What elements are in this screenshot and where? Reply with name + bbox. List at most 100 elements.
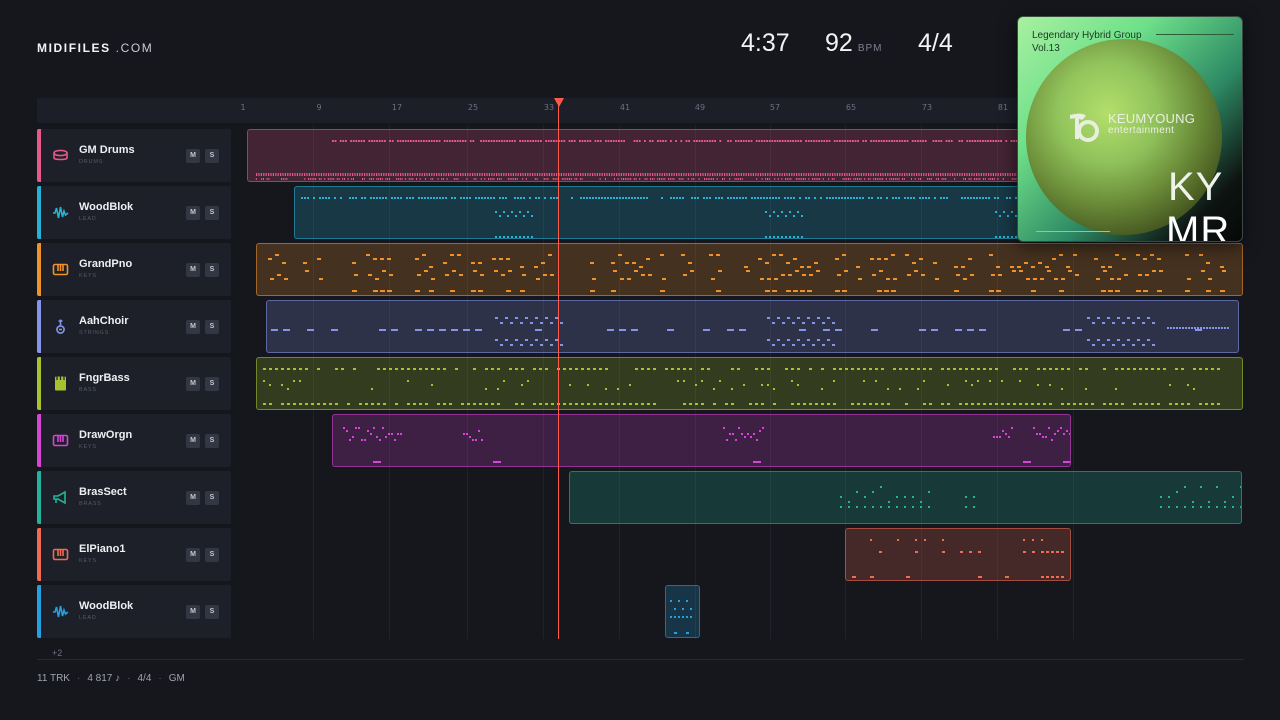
ruler-tick-label: 33 <box>543 103 555 112</box>
mute-button[interactable]: M <box>186 263 200 277</box>
ruler-tick-label: 41 <box>619 103 631 112</box>
cover-title: Legendary Hybrid Group Vol.13 <box>1032 29 1142 55</box>
midi-clip[interactable] <box>845 528 1071 581</box>
piano-icon <box>52 261 69 278</box>
track-name[interactable]: BrasSect <box>79 486 127 498</box>
solo-button[interactable]: S <box>205 434 219 448</box>
solo-button[interactable]: S <box>205 491 219 505</box>
track-header[interactable]: AahChoir STRINGS M S <box>37 300 231 353</box>
track-type: KEYS <box>79 558 97 564</box>
footer-meter: 4/4 <box>137 673 152 684</box>
time-display: 4:37 <box>741 29 790 57</box>
track-type: KEYS <box>79 444 97 450</box>
midi-clip[interactable] <box>332 414 1071 467</box>
ruler-tick-label: 49 <box>694 103 706 112</box>
waveform-icon <box>52 603 69 620</box>
track-header[interactable]: WoodBlok LEAD M S <box>37 186 231 239</box>
violin-icon <box>52 318 69 335</box>
mute-button[interactable]: M <box>186 377 200 391</box>
playhead-line <box>558 105 559 639</box>
cover-title-line2: Vol.13 <box>1032 43 1060 54</box>
clip-notes <box>263 368 1220 405</box>
drum-icon <box>52 147 69 164</box>
track-name[interactable]: ElPiano1 <box>79 543 125 555</box>
midi-clip[interactable] <box>569 471 1242 524</box>
track-header[interactable]: ElPiano1 KEYS M S <box>37 528 231 581</box>
solo-button[interactable]: S <box>205 320 219 334</box>
track-name[interactable]: GM Drums <box>79 144 135 156</box>
status-footer: 11 TRK · 4 817 ♪ · 4/4 · GM <box>37 673 185 684</box>
brand-logo[interactable]: MIDIFILES .COM <box>37 41 153 55</box>
track-color-bar <box>37 414 41 467</box>
solo-button[interactable]: S <box>205 377 219 391</box>
ruler-tick-label: 17 <box>391 103 403 112</box>
solo-button[interactable]: S <box>205 548 219 562</box>
piano-icon <box>52 546 69 563</box>
track-header[interactable]: WoodBlok LEAD M S <box>37 585 231 638</box>
ruler-tick-label: 65 <box>845 103 857 112</box>
cover-title-line1: Legendary Hybrid Group <box>1032 30 1142 41</box>
brand-name: MIDIFILES <box>37 41 111 55</box>
meter-display[interactable]: 4/4 <box>918 29 953 58</box>
mute-button[interactable]: M <box>186 434 200 448</box>
track-header[interactable]: DrawOrgn KEYS M S <box>37 414 231 467</box>
track-name[interactable]: GrandPno <box>79 258 132 270</box>
tempo-display[interactable]: 92 BPM <box>825 29 882 58</box>
ruler-tick-label: 9 <box>316 103 322 112</box>
track-header[interactable]: FngrBass BASS M S <box>37 357 231 410</box>
track-color-bar <box>37 129 41 182</box>
track-color-bar <box>37 471 41 524</box>
cover-monogram-bottom: MR <box>1166 209 1231 242</box>
label-logo-icon <box>1070 113 1099 142</box>
track-name[interactable]: WoodBlok <box>79 201 133 213</box>
footer-separator: · <box>158 673 162 684</box>
cover-rule <box>1156 34 1234 35</box>
track-name[interactable]: FngrBass <box>79 372 130 384</box>
album-cover[interactable]: Legendary Hybrid Group Vol.13 KEUMYOUNG … <box>1017 16 1243 242</box>
track-name[interactable]: AahChoir <box>79 315 129 327</box>
track-color-bar <box>37 528 41 581</box>
track-type: BASS <box>79 387 97 393</box>
track-name[interactable]: WoodBlok <box>79 600 133 612</box>
midi-clip[interactable] <box>256 357 1243 410</box>
ruler-tick-label: 57 <box>769 103 781 112</box>
mute-button[interactable]: M <box>186 149 200 163</box>
mute-button[interactable]: M <box>186 605 200 619</box>
ruler-tick-label: 81 <box>997 103 1009 112</box>
midi-clip[interactable] <box>256 243 1243 296</box>
label-name: KEUMYOUNG <box>1108 111 1196 126</box>
track-type: LEAD <box>79 216 97 222</box>
mute-button[interactable]: M <box>186 206 200 220</box>
track-type: BRASS <box>79 501 102 507</box>
clip-notes <box>840 486 1241 508</box>
solo-button[interactable]: S <box>205 206 219 220</box>
solo-button[interactable]: S <box>205 263 219 277</box>
track-type: DRUMS <box>79 159 104 165</box>
ruler-tick-label: 73 <box>921 103 933 112</box>
ruler-tick-label: 1 <box>240 103 246 112</box>
footer-separator: · <box>76 673 81 684</box>
track-type: STRINGS <box>79 330 110 336</box>
cover-monogram-top: KY <box>1168 165 1224 209</box>
solo-button[interactable]: S <box>205 605 219 619</box>
midi-clip[interactable] <box>266 300 1239 353</box>
track-type: KEYS <box>79 273 97 279</box>
footer-separator: · <box>127 673 131 684</box>
midi-clip[interactable] <box>665 585 700 638</box>
playhead-marker[interactable] <box>554 98 564 107</box>
track-header[interactable]: GrandPno KEYS M S <box>37 243 231 296</box>
more-tracks-indicator[interactable]: +2 <box>52 648 62 658</box>
clip-notes <box>268 254 1226 292</box>
piano-icon <box>52 432 69 449</box>
track-color-bar <box>37 186 41 239</box>
track-header[interactable]: BrasSect BRASS M S <box>37 471 231 524</box>
mute-button[interactable]: M <box>186 320 200 334</box>
midi-standard: GM <box>168 673 185 684</box>
clip-notes <box>343 427 1070 463</box>
track-name[interactable]: DrawOrgn <box>79 429 132 441</box>
mute-button[interactable]: M <box>186 548 200 562</box>
track-header[interactable]: GM Drums DRUMS M S <box>37 129 231 182</box>
brand-suffix: .COM <box>115 41 154 55</box>
solo-button[interactable]: S <box>205 149 219 163</box>
mute-button[interactable]: M <box>186 491 200 505</box>
